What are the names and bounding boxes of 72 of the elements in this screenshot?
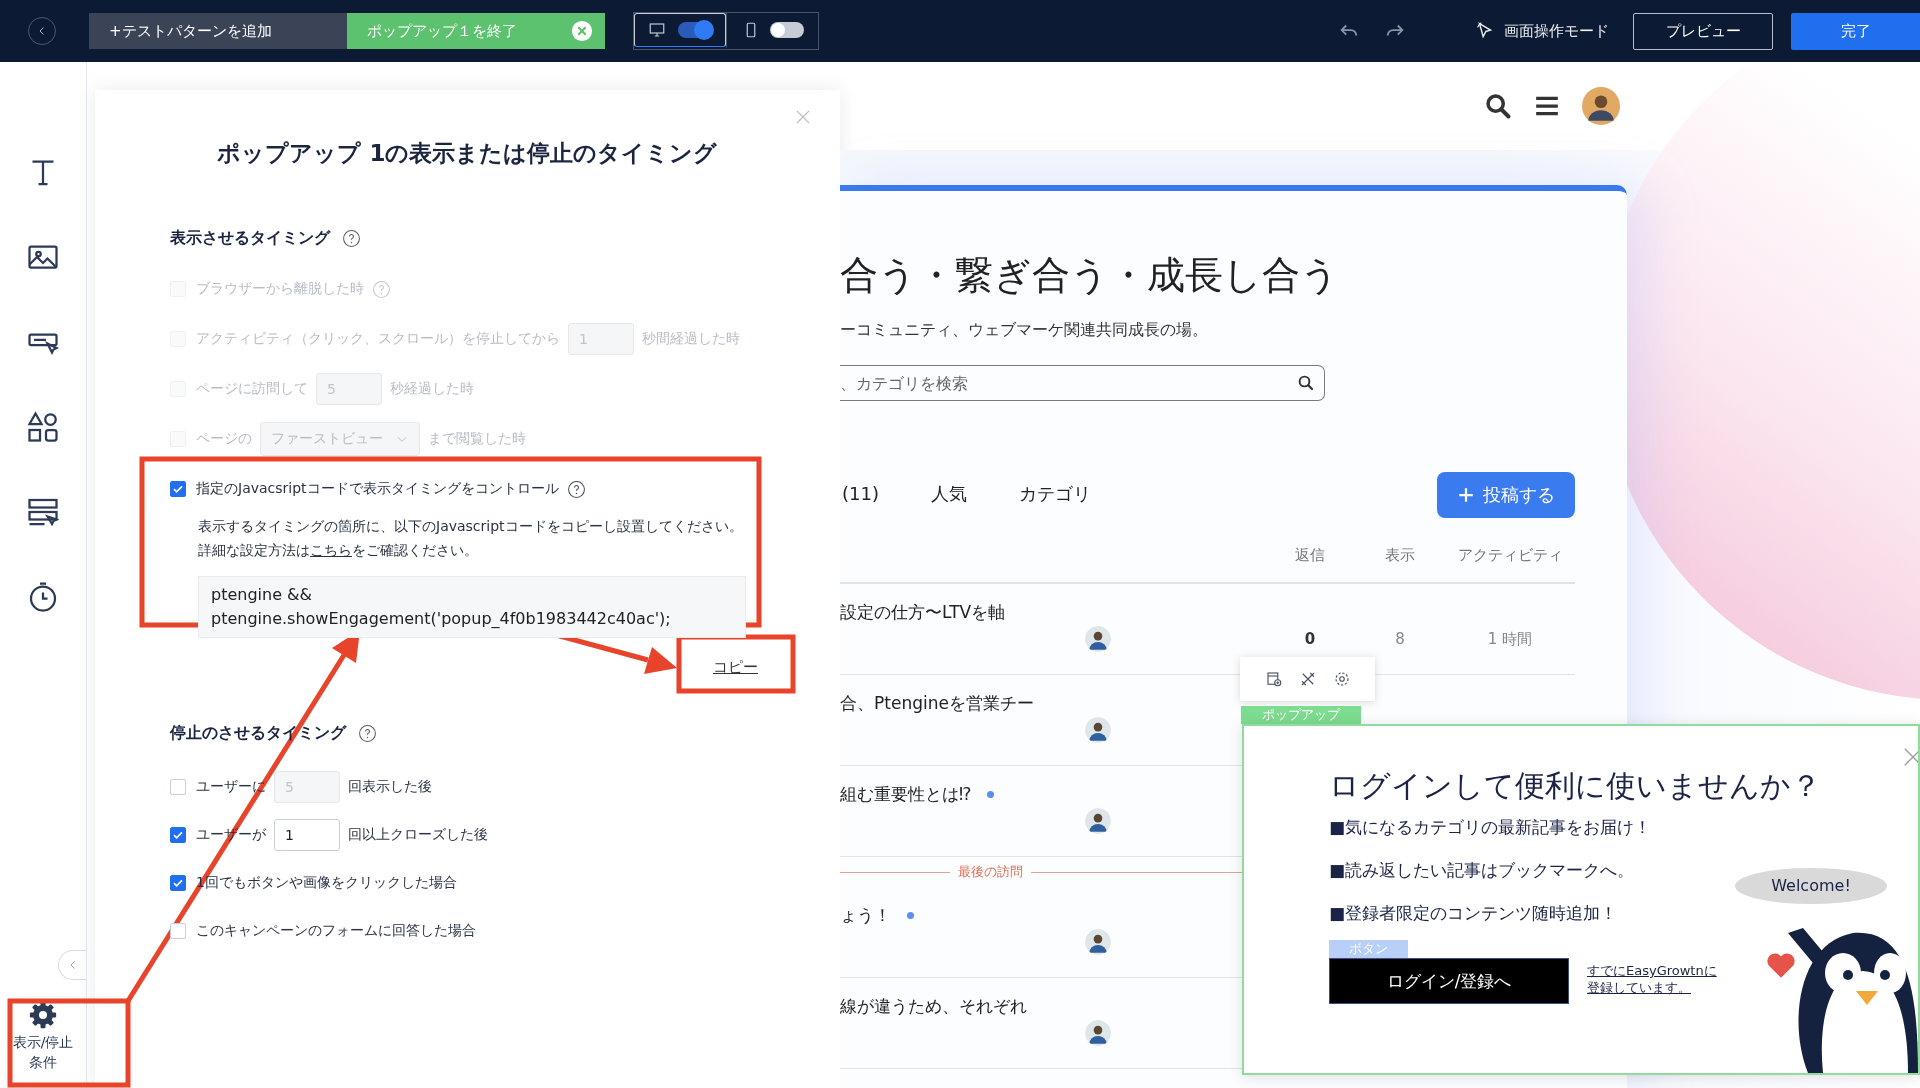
shapes-tool-icon[interactable]: [25, 409, 61, 445]
page-subtitle: ーコミュニティ、ウェブマーケ関連共同成長の場。: [840, 319, 1209, 341]
avatar: [1085, 717, 1111, 743]
benefit-text: ■登録者限定のコンテンツ随時追加！: [1329, 902, 1618, 925]
option-label: このキャンペーンのフォームに回答した場合: [196, 922, 476, 940]
option-label: ページの: [196, 430, 252, 448]
avatar: [1085, 1020, 1111, 1046]
column-header: アクティビティ: [1456, 545, 1564, 566]
benefit-text: ■読み返したい記事はブックマークへ。: [1329, 859, 1635, 882]
option-label: 指定のJavacsriptコードで表示タイミングをコントロール: [196, 480, 559, 498]
option-label: アクティビティ（クリック、スクロール）を停止してから: [196, 330, 560, 348]
registered-link[interactable]: すでにEasyGrowtnに登録しています。: [1587, 962, 1727, 996]
avatar: [1085, 929, 1111, 955]
monitor-icon: [648, 21, 666, 39]
option-label: 秒間経過した時: [642, 330, 740, 348]
last-visit-label: 最後の訪問: [949, 863, 1031, 881]
option-label: 秒経過した時: [390, 380, 474, 398]
column-header: 表示: [1384, 545, 1416, 566]
add-page-icon[interactable]: [1264, 670, 1283, 688]
checkbox[interactable]: [170, 875, 186, 891]
tab[interactable]: (11): [842, 478, 879, 512]
description-text: 表示するタイミングの箇所に、以下のJavascriptコードをコピーし設置してください。詳細な設定方法は こちら をご確認ください。: [198, 517, 744, 560]
speech-bubble: Welcome!: [1735, 868, 1887, 904]
plus-icon: [1457, 486, 1475, 504]
avatar[interactable]: [1582, 87, 1620, 125]
help-icon[interactable]: [342, 228, 361, 248]
option-label: 回以上クローズした後: [348, 826, 488, 844]
help-icon[interactable]: [566, 479, 586, 499]
topic-title[interactable]: 組む重要性とは⁉: [840, 782, 972, 806]
search-icon[interactable]: [1484, 92, 1512, 120]
tab[interactable]: +テストパターンを追加: [89, 13, 347, 49]
search-field[interactable]: 、カテゴリを検索: [840, 365, 1325, 401]
help-link[interactable]: こちら: [310, 542, 352, 558]
done-button[interactable]: 完了: [1791, 12, 1920, 50]
topic-title[interactable]: 線が違うため、それぞれ: [840, 994, 1027, 1018]
dialog-title: ポップアップ 1の表示または停止のタイミング: [216, 139, 719, 168]
popup-tag: ポップアップ: [1241, 706, 1361, 724]
search-icon[interactable]: [1297, 374, 1315, 392]
avatar: [1085, 626, 1111, 652]
copy-link[interactable]: コピー: [713, 658, 758, 677]
checkbox[interactable]: [170, 827, 186, 843]
option-label: まで閲覧した時: [428, 430, 526, 448]
popup-title: ログインして便利に使いませんか？: [1329, 767, 1822, 805]
topic-title[interactable]: ょう！: [840, 903, 891, 927]
topic-title[interactable]: 設定の仕方〜LTVを軸: [840, 600, 1006, 624]
option-label: 回表示した後: [348, 778, 432, 796]
view-count: 8: [1394, 629, 1406, 650]
checkbox[interactable]: [170, 481, 186, 497]
section-heading: 表示させるタイミング: [170, 228, 330, 248]
topic-title[interactable]: 合、Ptengineを営業チー: [840, 691, 1034, 715]
code-box: ptengine && ptengine.showEngagement('popup_4f0b1983442c40ac');: [198, 576, 746, 638]
toggle-switch[interactable]: [769, 21, 804, 38]
login-button[interactable]: ログイン/登録へ: [1329, 958, 1569, 1004]
tab[interactable]: カテゴリ: [1018, 478, 1091, 512]
preview-button[interactable]: プレビュー: [1633, 12, 1773, 50]
avatar: [1085, 808, 1111, 834]
mode-label[interactable]: 画面操作モード: [1504, 21, 1609, 41]
reply-count: 0: [1303, 629, 1317, 650]
column-header: 返信: [1294, 545, 1326, 566]
conditions-label[interactable]: 表示/停止条件: [10, 1032, 76, 1072]
settings-icon[interactable]: [1332, 670, 1351, 688]
toggle-switch[interactable]: [678, 22, 712, 38]
page-title: 合う・繋ぎ合う・成長し合う: [840, 252, 1340, 298]
option-label: ページに訪問して: [196, 380, 308, 398]
option-label: ブラウザーから離脱した時: [196, 280, 364, 298]
post-button[interactable]: 投稿する: [1437, 472, 1575, 518]
number-field[interactable]: 1: [274, 819, 340, 851]
tab[interactable]: 人気: [930, 478, 967, 512]
help-icon[interactable]: [358, 723, 377, 743]
button-tag: ボタン: [1329, 940, 1408, 958]
activity-time: 1 時間: [1486, 629, 1534, 650]
benefit-text: ■気になるカテゴリの最新記事をお届け！: [1329, 816, 1652, 839]
